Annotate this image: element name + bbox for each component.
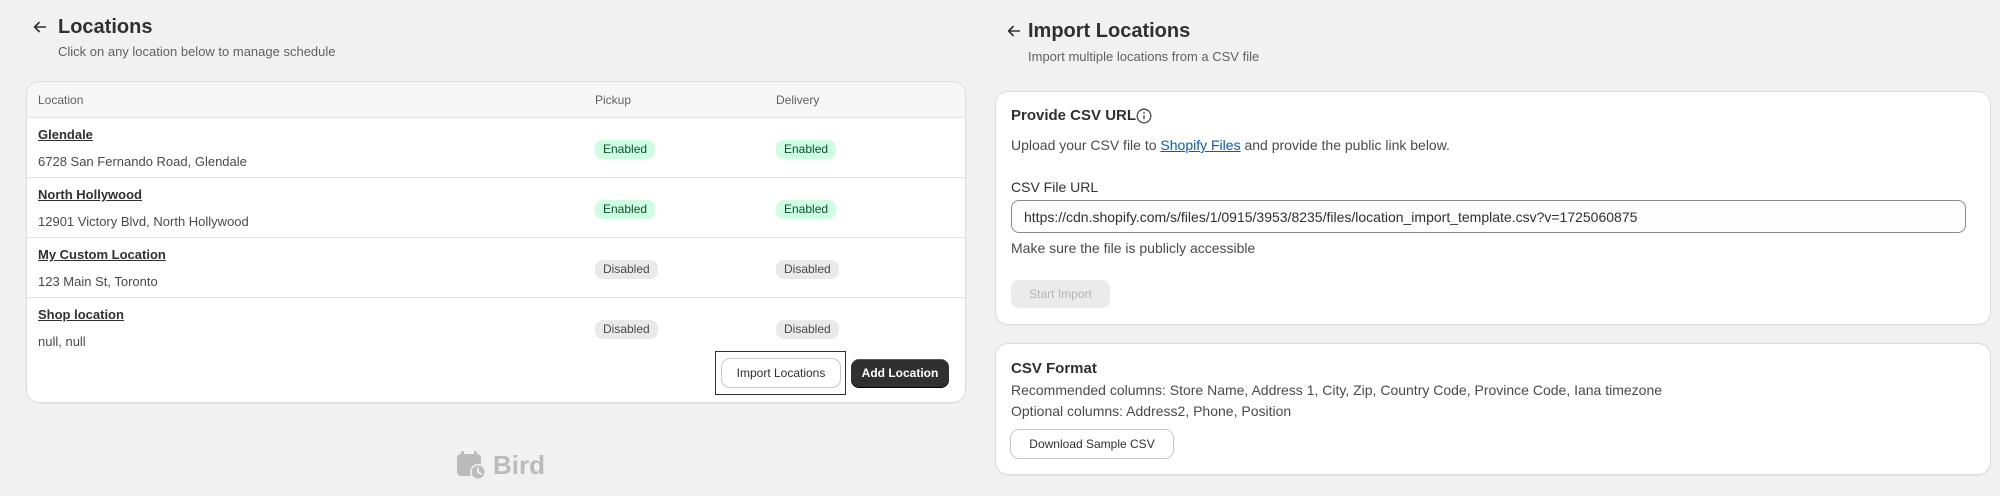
delivery-status-badge: Enabled: [776, 200, 837, 219]
shopify-files-link[interactable]: Shopify Files: [1160, 137, 1240, 153]
card-title: Provide CSV URL: [1011, 107, 1137, 124]
locations-pane: Locations Click on any location below to…: [0, 0, 986, 496]
delivery-status-badge: Disabled: [776, 260, 839, 279]
import-locations-button[interactable]: Import Locations: [722, 359, 840, 387]
csv-format-card: CSV Format Recommended columns: Store Na…: [996, 344, 1990, 474]
location-name-link[interactable]: North Hollywood: [38, 187, 142, 202]
calendar-clock-icon: [457, 451, 486, 480]
location-name-link[interactable]: My Custom Location: [38, 247, 166, 262]
back-button[interactable]: [26, 13, 54, 41]
location-address: 123 Main St, Toronto: [38, 274, 158, 289]
location-address: null, null: [38, 334, 86, 349]
back-button[interactable]: [1000, 17, 1028, 45]
optional-columns-text: Optional columns: Address2, Phone, Posit…: [1011, 403, 1292, 419]
add-location-button[interactable]: Add Location: [851, 359, 949, 387]
column-header-delivery: Delivery: [776, 92, 820, 107]
page-title: Locations: [58, 16, 153, 38]
location-address: 12901 Victory Blvd, North Hollywood: [38, 214, 249, 229]
arrow-left-icon: [1007, 25, 1021, 37]
csv-url-card: Provide CSV URL Upload your CSV file to …: [996, 92, 1990, 324]
csv-help-text: Make sure the file is publicly accessibl…: [1011, 240, 1256, 256]
table-row[interactable]: North Hollywood 12901 Victory Blvd, Nort…: [27, 178, 965, 238]
page-title: Import Locations: [1028, 20, 1191, 42]
brand-logo: Bird: [455, 449, 545, 481]
csv-url-label: CSV File URL: [1011, 179, 1099, 195]
pickup-status-badge: Disabled: [595, 260, 658, 279]
recommended-columns-text: Recommended columns: Store Name, Address…: [1011, 382, 1663, 398]
table-row[interactable]: Shop location null, null Disabled Disabl…: [27, 298, 965, 358]
info-icon[interactable]: [1136, 108, 1152, 124]
csv-description: Upload your CSV file to Shopify Files an…: [1011, 137, 1450, 153]
column-header-pickup: Pickup: [595, 92, 632, 107]
table-row[interactable]: Glendale 6728 San Fernando Road, Glendal…: [27, 118, 965, 178]
pickup-status-badge: Enabled: [595, 200, 656, 219]
description-suffix: and provide the public link below.: [1244, 137, 1450, 153]
import-pane: Import Locations Import multiple locatio…: [986, 0, 2000, 496]
brand-name: Bird: [493, 449, 545, 480]
description-prefix: Upload your CSV file to: [1011, 137, 1157, 153]
delivery-status-badge: Disabled: [776, 320, 839, 339]
table-row[interactable]: My Custom Location 123 Main St, Toronto …: [27, 238, 965, 298]
page-subtitle: Click on any location below to manage sc…: [58, 44, 336, 59]
pickup-status-badge: Enabled: [595, 140, 656, 159]
table-header: Location Pickup Delivery: [27, 82, 965, 118]
card-title: CSV Format: [1011, 360, 1097, 377]
delivery-status-badge: Enabled: [776, 140, 837, 159]
pickup-status-badge: Disabled: [595, 320, 658, 339]
arrow-left-icon: [33, 21, 47, 33]
start-import-button[interactable]: Start Import: [1011, 280, 1110, 308]
location-name-link[interactable]: Shop location: [38, 307, 124, 322]
location-address: 6728 San Fernando Road, Glendale: [38, 154, 247, 169]
column-header-location: Location: [38, 92, 84, 107]
page-subtitle: Import multiple locations from a CSV fil…: [1028, 49, 1260, 64]
location-name-link[interactable]: Glendale: [38, 127, 93, 142]
download-sample-csv-button[interactable]: Download Sample CSV: [1011, 430, 1173, 458]
csv-url-input[interactable]: https://cdn.shopify.com/s/files/1/0915/3…: [1011, 200, 1966, 233]
